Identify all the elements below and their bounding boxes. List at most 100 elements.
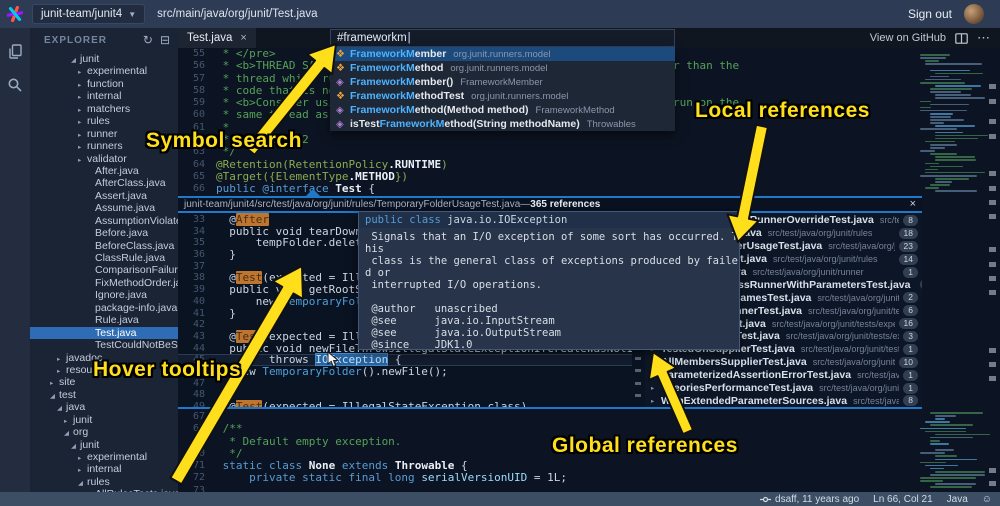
blame-info: dsaff, 11 years ago <box>760 494 859 505</box>
tree-folder-item[interactable]: ▸experimental <box>30 451 178 463</box>
feedback-smiley-icon[interactable]: ☺ <box>982 494 992 505</box>
tree-folder-item[interactable]: ▸function <box>30 78 178 90</box>
refresh-icon[interactable]: ↻ <box>143 33 153 47</box>
symbol-detail: Throwables <box>587 119 636 130</box>
split-editor-icon[interactable] <box>955 33 968 44</box>
sourcegraph-logo-icon[interactable] <box>0 6 30 22</box>
tree-file-item[interactable]: Rule.java <box>30 314 178 326</box>
reference-count-badge: 18 <box>899 228 918 239</box>
reference-file-path: src/test/java/org/junit/rules <box>768 228 895 238</box>
ruler-mark <box>989 348 996 353</box>
symbol-detail: org.junit.runners.model <box>471 91 568 102</box>
tree-folder-item[interactable]: ▸junit <box>30 414 178 426</box>
peek-file-path: junit-team/junit4/src/test/java/org/juni… <box>184 199 520 210</box>
more-actions-icon[interactable]: ⋯ <box>977 30 990 46</box>
tree-folder-item[interactable]: ▸matchers <box>30 103 178 115</box>
ruler-mark <box>989 468 996 473</box>
chevron-expanded-icon: ◢ <box>50 391 59 401</box>
chevron-collapsed-icon: ▸ <box>57 366 66 376</box>
tree-file-item[interactable]: ComparisonFailure.java <box>30 264 178 276</box>
symbol-result-row[interactable]: ◈FrameworkMethod(Method method)Framework… <box>330 103 675 117</box>
repo-picker-button[interactable]: junit-team/junit4 ▼ <box>32 4 145 24</box>
tree-file-item[interactable]: After.java <box>30 165 178 177</box>
tree-file-item[interactable]: package-info.java <box>30 302 178 314</box>
tree-item-label: org <box>73 426 88 438</box>
tree-file-item[interactable]: Assume.java <box>30 202 178 214</box>
chevron-collapsed-icon: ▸ <box>651 384 661 392</box>
ruler-mark <box>989 134 996 139</box>
tree-folder-item[interactable]: ◢org <box>30 426 178 438</box>
reference-file-row[interactable]: ▸WithExtendedParameterSources.javasrc/te… <box>645 394 922 407</box>
peek-border <box>178 407 922 409</box>
tree-folder-item[interactable]: ▸experimental <box>30 65 178 77</box>
overview-ruler[interactable] <box>988 48 998 492</box>
reference-file-row[interactable]: ▸ParameterizedAssertionErrorTest.javasrc… <box>645 369 922 382</box>
tab-label: Test.java <box>187 32 232 44</box>
chevron-collapsed-icon: ▸ <box>78 67 87 77</box>
symbol-name: FrameworkMember <box>350 48 446 60</box>
line-number: 42 <box>178 319 205 331</box>
line-number: 68 <box>178 423 205 435</box>
tree-folder-item[interactable]: ◢junit <box>30 53 178 65</box>
close-icon[interactable]: × <box>240 32 246 44</box>
files-icon[interactable] <box>0 36 30 66</box>
tree-folder-item[interactable]: ▸rules <box>30 115 178 127</box>
tree-file-item[interactable]: AfterClass.java <box>30 177 178 189</box>
tree-item-label: junit <box>73 414 92 426</box>
tree-file-item[interactable]: AssumptionViolatedExce... <box>30 215 178 227</box>
tree-item-label: experimental <box>87 451 147 463</box>
code-line: 67 <box>178 411 1000 423</box>
line-number: 40 <box>178 296 205 308</box>
tree-file-item[interactable]: TestCouldNotBeSkipped... <box>30 339 178 351</box>
reference-file-row[interactable]: ▸TheoriesPerformanceTest.javasrc/test/ja… <box>645 382 922 395</box>
line-number: 70 <box>178 448 205 460</box>
tree-folder-item[interactable]: ◢rules <box>30 476 178 488</box>
view-on-github-link[interactable]: View on GitHub <box>870 32 946 44</box>
tree-folder-item[interactable]: ◢junit <box>30 439 178 451</box>
symbol-result-row[interactable]: ❖FrameworkMethodTestorg.junit.runners.mo… <box>330 89 675 103</box>
tree-file-item[interactable]: Before.java <box>30 227 178 239</box>
symbol-search-input[interactable]: #frameworkm| <box>330 29 675 47</box>
tree-folder-item[interactable]: ◢java <box>30 401 178 413</box>
hover-tooltip: public class java.io.IOException Signals… <box>358 211 740 350</box>
line-number: 73 <box>178 485 205 492</box>
breadcrumb[interactable]: src/main/java/org/junit/Test.java <box>157 8 317 20</box>
language-mode[interactable]: Java <box>947 494 968 505</box>
tree-file-item[interactable]: Ignore.java <box>30 289 178 301</box>
tree-folder-item[interactable]: ▸validator <box>30 153 178 165</box>
avatar[interactable] <box>964 4 984 24</box>
tree-folder-item[interactable]: ▸internal <box>30 90 178 102</box>
reference-file-row[interactable]: ▸AllMembersSupplierTest.javasrc/test/jav… <box>645 356 922 369</box>
reference-file-path: src/test/java/org/junit/tests/experiment… <box>786 331 899 341</box>
tree-folder-item[interactable]: ▸internal <box>30 463 178 475</box>
reference-count-badge: 1 <box>903 267 918 278</box>
tooltip-body: Signals that an I/O exception of some so… <box>359 228 739 350</box>
search-icon[interactable] <box>0 70 30 100</box>
chevron-expanded-icon: ◢ <box>78 478 87 488</box>
tree-folder-item[interactable]: ◢test <box>30 389 178 401</box>
tree-file-item[interactable]: BeforeClass.java <box>30 240 178 252</box>
symbol-result-row[interactable]: ❖FrameworkMemberorg.junit.runners.model <box>330 47 675 61</box>
ruler-mark <box>989 376 996 381</box>
ruler-mark <box>989 84 996 89</box>
symbol-result-row[interactable]: ◈isTestFrameworkMethod(String methodName… <box>330 117 675 131</box>
chevron-expanded-icon: ◢ <box>57 403 66 413</box>
tree-file-item[interactable]: Assert.java <box>30 190 178 202</box>
line-number: 66 <box>178 183 205 195</box>
chevron-collapsed-icon: ▸ <box>78 92 87 102</box>
cursor-position[interactable]: Ln 66, Col 21 <box>873 494 933 505</box>
collapse-all-icon[interactable]: ⊟ <box>160 33 170 47</box>
symbol-detail: org.junit.runners.model <box>453 49 550 60</box>
tree-item-label: runner <box>87 128 117 140</box>
tab-test-java[interactable]: Test.java × <box>178 28 256 48</box>
symbol-name: FrameworkMethod <box>350 62 443 74</box>
symbol-result-row[interactable]: ❖FrameworkMethodorg.junit.runners.model <box>330 61 675 75</box>
close-icon[interactable]: × <box>910 199 916 210</box>
tree-file-item[interactable]: Test.java <box>30 327 178 339</box>
minimap[interactable] <box>920 48 986 492</box>
tree-file-item[interactable]: ClassRule.java <box>30 252 178 264</box>
symbol-result-row[interactable]: ◈FrameworkMember()FrameworkMember <box>330 75 675 89</box>
tree-file-item[interactable]: FixMethodOrder.java <box>30 277 178 289</box>
sign-out-button[interactable]: Sign out <box>908 7 952 21</box>
ruler-mark <box>989 200 996 205</box>
